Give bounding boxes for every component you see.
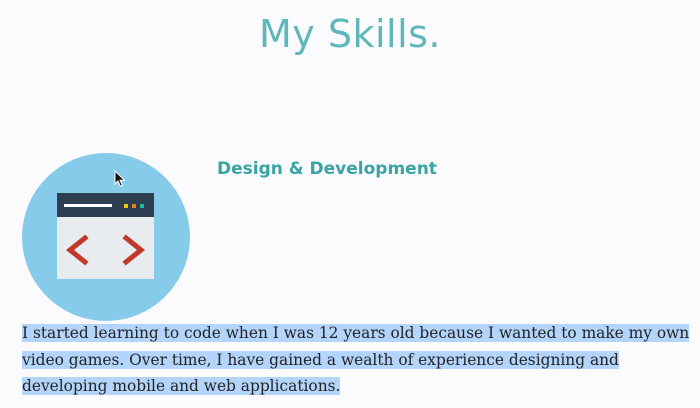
- skill-description-text: I started learning to code when I was 12…: [22, 324, 690, 395]
- code-window-icon: [22, 153, 190, 321]
- page-title: My Skills.: [258, 12, 442, 56]
- skill-heading: Design & Development: [217, 159, 437, 179]
- skill-description: I started learning to code when I was 12…: [22, 320, 692, 400]
- mouse-cursor-icon: [114, 170, 126, 188]
